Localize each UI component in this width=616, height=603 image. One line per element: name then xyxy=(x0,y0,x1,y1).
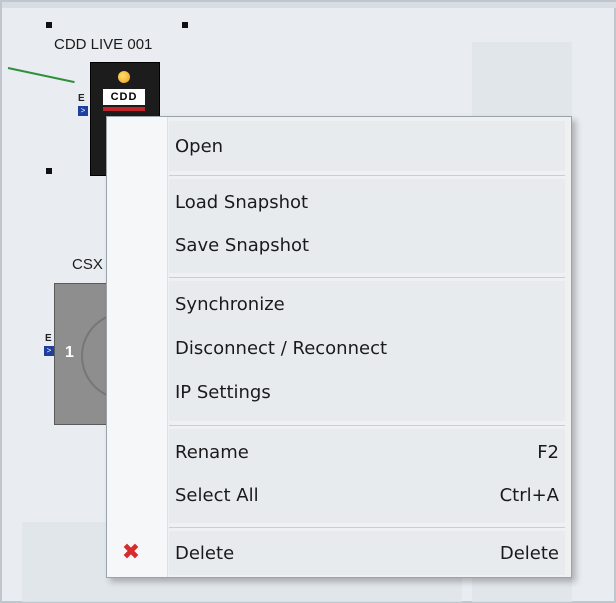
delete-x-icon: ✖ xyxy=(121,540,141,565)
menu-item-label: Save Snapshot xyxy=(175,234,310,256)
menu-item-save-snapshot[interactable]: Save Snapshot xyxy=(107,225,571,265)
menu-item-select-all[interactable]: Select All Ctrl+A xyxy=(107,475,571,515)
channel-number: 1 xyxy=(65,344,74,361)
context-menu: Open Load Snapshot Save Snapshot Synchro… xyxy=(106,116,572,578)
port-flag-icon[interactable]: > xyxy=(78,106,88,116)
status-led-icon xyxy=(118,71,130,83)
device-label-csx: CSX xyxy=(72,256,103,273)
menu-item-label: Open xyxy=(175,135,224,157)
menu-item-label: Select All xyxy=(175,484,259,506)
device-red-strip xyxy=(103,107,145,111)
menu-item-label: Rename xyxy=(175,441,249,463)
selection-handle[interactable] xyxy=(46,168,52,174)
menu-separator xyxy=(169,527,565,528)
menu-item-disconnect-reconnect[interactable]: Disconnect / Reconnect xyxy=(107,328,571,368)
connection-wire[interactable] xyxy=(7,67,75,84)
menu-item-shortcut: Delete xyxy=(499,542,559,564)
menu-item-ip-settings[interactable]: IP Settings xyxy=(107,372,571,412)
menu-item-open[interactable]: Open xyxy=(107,126,571,166)
menu-separator xyxy=(169,277,565,278)
menu-item-label: Load Snapshot xyxy=(175,191,309,213)
menu-item-shortcut: F2 xyxy=(537,441,559,463)
selection-handle[interactable] xyxy=(182,22,188,28)
menu-item-shortcut: Ctrl+A xyxy=(499,484,559,506)
menu-item-label: Synchronize xyxy=(175,293,285,315)
selection-handle[interactable] xyxy=(46,22,52,28)
menu-item-label: Disconnect / Reconnect xyxy=(175,337,388,359)
port-flag-icon[interactable]: > xyxy=(44,346,54,356)
port-letter-e: E xyxy=(78,93,85,104)
menu-separator xyxy=(169,175,565,176)
menu-item-rename[interactable]: Rename F2 xyxy=(107,432,571,472)
menu-item-load-snapshot[interactable]: Load Snapshot xyxy=(107,182,571,222)
menu-item-delete[interactable]: ✖ Delete Delete xyxy=(107,533,571,573)
menu-item-synchronize[interactable]: Synchronize xyxy=(107,284,571,324)
menu-separator xyxy=(169,425,565,426)
cdd-logo: CDD xyxy=(103,89,145,105)
canvas-top-edge xyxy=(2,2,616,8)
device-label-cdd: CDD LIVE 001 xyxy=(54,36,153,53)
menu-item-label: Delete xyxy=(175,542,235,564)
port-letter-e: E xyxy=(45,333,52,344)
menu-item-label: IP Settings xyxy=(175,381,271,403)
